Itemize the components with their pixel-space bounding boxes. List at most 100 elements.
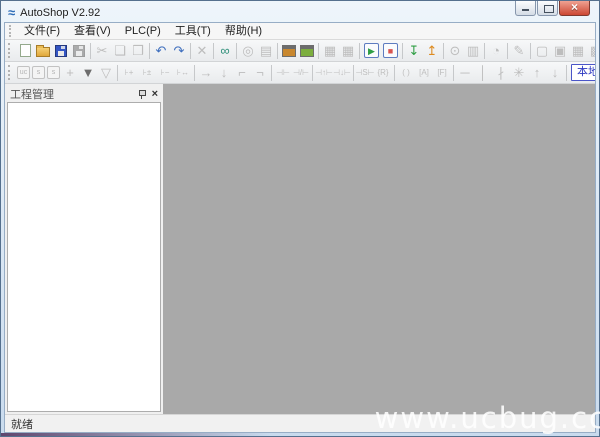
save-all-button — [70, 42, 88, 60]
upload-button[interactable]: ↥ — [423, 42, 441, 60]
line-corner-down-button: ¬ — [256, 64, 264, 80]
app-instruction-button: [A] — [419, 67, 429, 77]
menu-plc[interactable]: PLC(P) — [118, 23, 168, 39]
toolbar-grip — [8, 65, 12, 80]
app-logo-icon: ≈ — [8, 4, 16, 20]
func-instruction-button: [F] — [437, 67, 447, 77]
status-text: 就绪 — [11, 418, 33, 431]
toolbar-separator — [213, 42, 214, 59]
menu-items: 文件(F) 查看(V) PLC(P) 工具(T) 帮助(H) — [17, 23, 269, 39]
down-append-button: ▽ — [101, 64, 111, 80]
toolbar-separator — [394, 64, 395, 81]
maximize-button[interactable] — [537, 1, 558, 16]
toolbar-separator — [194, 64, 195, 81]
row-add-button: ⊦± — [142, 67, 152, 77]
instruction-view-button[interactable] — [298, 42, 316, 60]
ladder-view-icon — [282, 44, 296, 57]
move-up-button: ↑ — [533, 64, 541, 80]
toolbar-separator — [453, 64, 454, 81]
usage-button: ◔ — [492, 42, 500, 58]
toolbar-separator — [507, 42, 508, 59]
line-right-button: → — [199, 64, 213, 80]
window-controls — [514, 0, 590, 16]
zoom-button: ◎ — [242, 42, 254, 58]
key-hint-uc-button: uc — [17, 66, 30, 79]
menu-view[interactable]: 查看(V) — [67, 23, 118, 39]
del-vline-button: ✳ — [513, 64, 525, 80]
panel-close-icon[interactable]: × — [152, 88, 158, 99]
new-file-icon — [19, 44, 31, 57]
save-icon — [55, 44, 67, 57]
remote-monitor-button: ▥ — [466, 42, 480, 58]
toolbar-separator — [443, 42, 444, 59]
project-panel: 工程管理 × — [5, 84, 163, 414]
redo-button[interactable]: ↷ — [170, 42, 188, 60]
main-area: 工程管理 × — [5, 84, 595, 414]
menu-tools[interactable]: 工具(T) — [168, 23, 218, 39]
window-title: AutoShop V2.92 — [20, 6, 101, 19]
open-file-button[interactable] — [34, 42, 52, 60]
project-panel-header: 工程管理 × — [7, 85, 161, 102]
cut-button: ✂ — [96, 42, 108, 58]
toolbar-separator — [402, 42, 403, 59]
new-file-button[interactable] — [16, 42, 34, 60]
toolbar-separator — [484, 42, 485, 59]
project-panel-title: 工程管理 — [10, 88, 54, 101]
delete-button: ✕ — [196, 42, 208, 58]
print-button: ▤ — [259, 42, 273, 58]
comm-monitor-button: ▦ — [323, 42, 337, 58]
save-all-icon — [73, 44, 85, 57]
row-insert-button: ⊦+ — [124, 67, 134, 77]
menu-file[interactable]: 文件(F) — [17, 23, 67, 39]
menubar-grip — [9, 25, 13, 37]
download-button[interactable]: ↧ — [405, 42, 423, 60]
local-mode-button[interactable]: 本地 — [571, 64, 595, 81]
del-hline-button: ∤ — [497, 64, 505, 80]
element-monitor-button: ▢ — [535, 42, 549, 58]
find-button[interactable]: ∞ — [216, 42, 234, 60]
undo-button[interactable]: ↶ — [152, 42, 170, 60]
toolbar-separator — [236, 42, 237, 59]
toolbar-separator — [190, 42, 191, 59]
coil-button: ( ) — [402, 67, 410, 77]
move-down-button: ↓ — [551, 64, 559, 80]
menu-help[interactable]: 帮助(H) — [218, 23, 269, 39]
toolbar-separator — [149, 42, 150, 59]
app-window: ≈ AutoShop V2.92 文件(F)查看(V)PLC(P)工具(T)帮助… — [0, 0, 600, 437]
toolbar-separator — [318, 42, 319, 59]
project-tree — [7, 102, 161, 412]
down-insert-button[interactable]: ▼ — [79, 64, 97, 82]
toolbar-separator — [359, 42, 360, 59]
trace-monitor-button: ▣ — [553, 42, 567, 58]
ladder-view-button[interactable] — [280, 42, 298, 60]
toolbar-separator — [277, 42, 278, 59]
client-area: 文件(F) 查看(V) PLC(P) 工具(T) 帮助(H) ✂ ❏ ❒ ↶ ↷ ✕ ∞ ◎ ▤ ▦ ▦ ▶ ■… — [4, 22, 596, 433]
contact-rising-button: ⊣↑⊢ — [315, 67, 333, 77]
toolbar-separator — [530, 42, 531, 59]
comm-monitor2-button: ▦ — [341, 42, 355, 58]
key-hint-s2-button: s — [47, 66, 60, 79]
pin-icon[interactable] — [137, 89, 146, 99]
close-button[interactable] — [559, 0, 590, 16]
contact-nc-button: ⊣/⊢ — [292, 67, 310, 77]
toolbar-separator — [90, 42, 91, 59]
toolbar-separator — [566, 64, 567, 81]
key-hint-s1-button: s — [32, 66, 45, 79]
mouse-monitor-button: ⊙ — [449, 42, 461, 58]
run-button[interactable]: ▶ — [364, 43, 379, 58]
contact-falling-button: ⊣↓⊢ — [333, 67, 351, 77]
minimize-button[interactable] — [515, 1, 536, 16]
table-monitor-button: ▦ — [571, 42, 585, 58]
open-file-icon — [36, 44, 50, 57]
vline-button: │ — [478, 64, 488, 80]
hline-button: ─ — [460, 64, 470, 80]
menu-bar: 文件(F) 查看(V) PLC(P) 工具(T) 帮助(H) — [5, 23, 595, 40]
toolbar-grip — [8, 43, 12, 58]
title-bar: ≈ AutoShop V2.92 — [4, 0, 596, 22]
row-merge-button: ⊦↔ — [176, 67, 190, 77]
line-corner-up-button: ⌐ — [238, 64, 246, 80]
data-monitor-button: ▩ — [587, 42, 595, 60]
stop-button[interactable]: ■ — [383, 43, 398, 58]
save-button[interactable] — [52, 42, 70, 60]
toolbar-ladder: uc s s + ▼ ▽ ⊦+ ⊦± ⊦− ⊦↔ → ↓ ⌐ ¬ ⊣⊢ ⊣/⊢ ⊣↑⊢ ⊣↓⊢ ⊣S⊢ {R}( )[… — [5, 62, 595, 84]
